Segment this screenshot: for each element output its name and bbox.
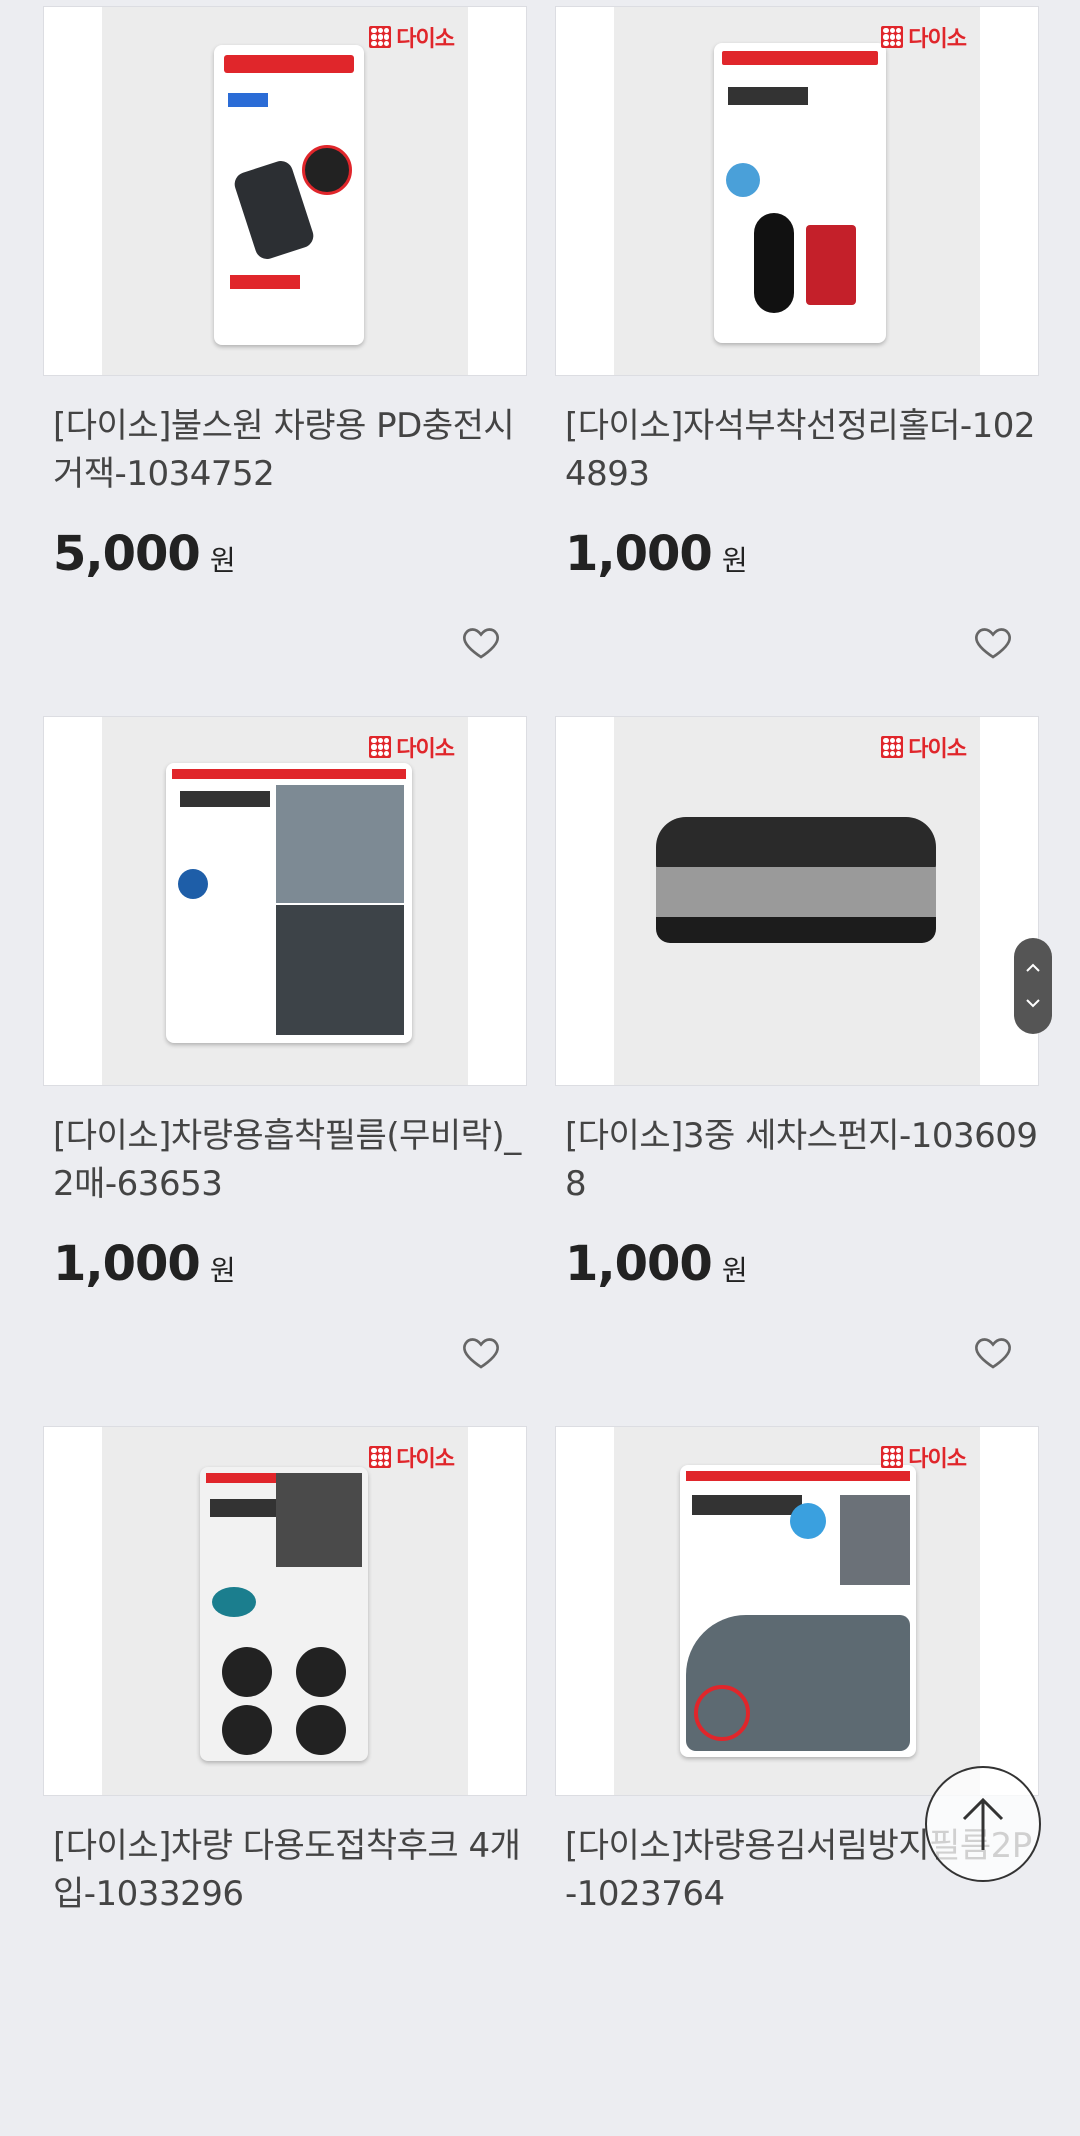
product-card[interactable]: 다이소 [다이소]3중 세차스펀지-1036098 1,000 원 [555, 716, 1039, 1426]
product-price: 1,000 원 [565, 1236, 748, 1292]
brand-logo: 다이소 [881, 21, 967, 53]
wishlist-heart-icon[interactable] [461, 622, 501, 662]
product-image[interactable]: 다이소 [43, 1426, 527, 1796]
brand-logo: 다이소 [881, 731, 967, 763]
product-title[interactable]: [다이소]자석부착선정리홀더-1024893 [565, 402, 1039, 498]
chevron-up-icon[interactable] [1024, 958, 1042, 979]
product-card[interactable]: 다이소 [다이소]차량 다용도접착후크 4개입-1033296 [43, 1426, 527, 2136]
product-image[interactable]: 다이소 [555, 6, 1039, 376]
product-title[interactable]: [다이소]차량용흡착필름(무비락)_2매-63653 [53, 1112, 527, 1208]
wishlist-heart-icon[interactable] [461, 1332, 501, 1372]
wishlist-heart-icon[interactable] [973, 1332, 1013, 1372]
product-card[interactable]: 다이소 [다이소]자석부착선정리홀더-1024893 1,000 원 [555, 6, 1039, 716]
product-card[interactable]: 다이소 [다이소]차량용흡착필름(무비락)_2매-63653 1,000 원 [43, 716, 527, 1426]
brand-logo: 다이소 [369, 1441, 455, 1473]
brand-logo: 다이소 [369, 21, 455, 53]
product-grid: 다이소 [다이소]불스원 차량용 PD충전시거잭-1034752 5,000 원 … [43, 6, 1039, 2136]
arrow-up-icon [962, 1797, 1004, 1850]
product-title[interactable]: [다이소]3중 세차스펀지-1036098 [565, 1112, 1039, 1208]
scroll-handle[interactable] [1014, 938, 1052, 1034]
chevron-down-icon[interactable] [1024, 993, 1042, 1014]
brand-logo: 다이소 [881, 1441, 967, 1473]
product-image[interactable]: 다이소 [43, 716, 527, 1086]
product-price: 1,000 원 [565, 526, 748, 582]
brand-logo: 다이소 [369, 731, 455, 763]
back-to-top-button[interactable] [925, 1766, 1041, 1882]
product-image[interactable]: 다이소 [555, 716, 1039, 1086]
product-image[interactable]: 다이소 [555, 1426, 1039, 1796]
product-price: 1,000 원 [53, 1236, 236, 1292]
product-image[interactable]: 다이소 [43, 6, 527, 376]
product-card[interactable]: 다이소 [다이소]불스원 차량용 PD충전시거잭-1034752 5,000 원 [43, 6, 527, 716]
product-price: 5,000 원 [53, 526, 236, 582]
wishlist-heart-icon[interactable] [973, 622, 1013, 662]
product-title[interactable]: [다이소]불스원 차량용 PD충전시거잭-1034752 [53, 402, 527, 498]
product-title[interactable]: [다이소]차량 다용도접착후크 4개입-1033296 [53, 1822, 527, 1918]
